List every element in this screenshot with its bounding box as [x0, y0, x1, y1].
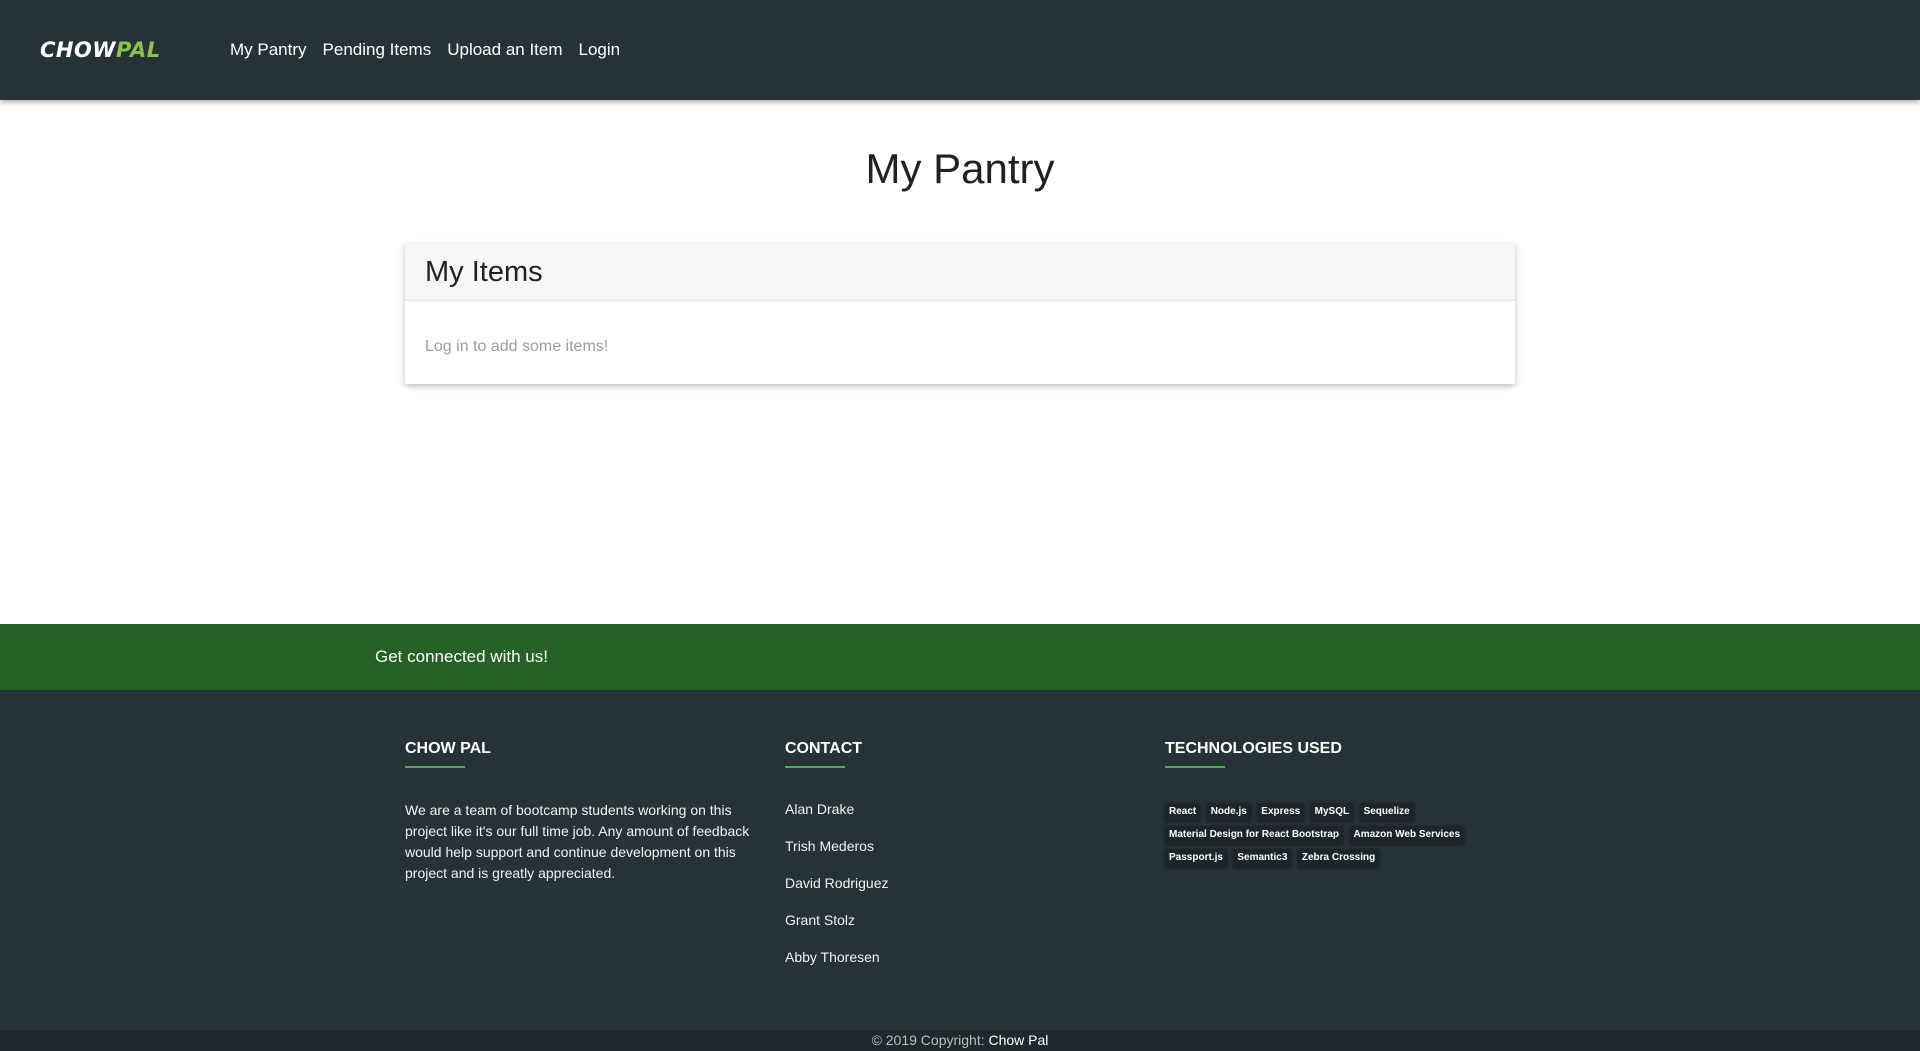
footer-contact: CONTACT Alan Drake Trish Mederos David R…	[785, 740, 889, 985]
tech-tag: Semantic3	[1233, 849, 1292, 867]
footer: CHOW PAL We are a team of bootcamp stude…	[0, 690, 1920, 1030]
heading-divider	[405, 766, 465, 768]
tech-tag: Passport.js	[1165, 849, 1227, 867]
copyright-bar: © 2019 Copyright: Chow Pal	[0, 1030, 1920, 1051]
tech-tag: Node.js	[1206, 803, 1251, 821]
nav-link-upload-item[interactable]: Upload an Item	[447, 40, 562, 60]
contact-name: David Rodriguez	[785, 875, 889, 891]
copyright-link[interactable]: Chow Pal	[989, 1032, 1049, 1048]
heading-divider	[1165, 766, 1225, 768]
brand-name-chow: CHOW	[40, 38, 117, 62]
brand-name: CHOWPAL	[40, 38, 161, 62]
nav-link-pending-items[interactable]: Pending Items	[323, 40, 432, 60]
footer-technologies-heading: TECHNOLOGIES USED	[1165, 740, 1342, 757]
contact-name: Grant Stolz	[785, 912, 856, 928]
brand-name-pal: PAL	[116, 38, 161, 62]
contact-list: Alan Drake Trish Mederos David Rodriguez…	[785, 800, 889, 985]
contact-name: Abby Thoresen	[785, 949, 880, 965]
page-title: My Pantry	[865, 145, 1055, 192]
tech-tag: Amazon Web Services	[1349, 826, 1465, 844]
technology-tags: React Node.js Express MySQL Sequelize Ma…	[1165, 801, 1495, 870]
tech-tag: Material Design for React Bootstrap	[1165, 826, 1344, 844]
contact-name: Alan Drake	[785, 801, 855, 817]
card-header: My Items	[405, 244, 1515, 301]
tech-tag: Sequelize	[1359, 803, 1414, 821]
nav-link-login[interactable]: Login	[579, 40, 621, 60]
tech-tag: Express	[1257, 803, 1305, 821]
nav-link-my-pantry[interactable]: My Pantry	[230, 40, 307, 60]
my-items-card: My Items Log in to add some items!	[405, 244, 1515, 384]
footer-contact-heading: CONTACT	[785, 740, 863, 757]
footer-about: CHOW PAL We are a team of bootcamp stude…	[405, 740, 755, 884]
brand-logo[interactable]: CHOWPAL	[36, 22, 160, 78]
social-strip: Get connected with us!	[0, 624, 1920, 690]
footer-about-text: We are a team of bootcamp students worki…	[405, 802, 750, 881]
social-text: Get connected with us!	[375, 647, 548, 666]
tech-tag: React	[1165, 803, 1201, 821]
empty-items-message: Log in to add some items!	[425, 338, 609, 355]
navbar: CHOWPAL My Pantry Pending Items Upload a…	[0, 0, 1920, 100]
footer-about-heading: CHOW PAL	[405, 740, 491, 757]
footer-technologies: TECHNOLOGIES USED React Node.js Express …	[1165, 740, 1495, 870]
tech-tag: MySQL	[1310, 803, 1354, 821]
contact-name: Trish Mederos	[785, 838, 874, 854]
tech-tag: Zebra Crossing	[1297, 849, 1380, 867]
copyright-text: © 2019 Copyright:	[871, 1032, 985, 1048]
heading-divider	[785, 766, 845, 768]
nav-links: My Pantry Pending Items Upload an Item L…	[230, 40, 636, 60]
